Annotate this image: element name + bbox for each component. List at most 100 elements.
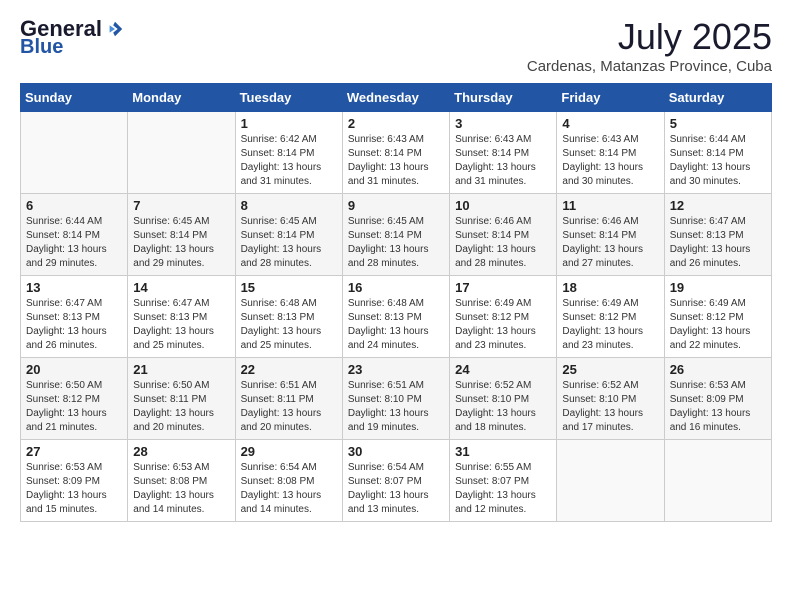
day-number: 2	[348, 116, 444, 131]
calendar-cell: 28Sunrise: 6:53 AM Sunset: 8:08 PM Dayli…	[128, 440, 235, 522]
logo-icon	[106, 20, 124, 38]
day-info: Sunrise: 6:49 AM Sunset: 8:12 PM Dayligh…	[670, 298, 751, 351]
calendar-cell	[128, 112, 235, 194]
calendar-cell: 31Sunrise: 6:55 AM Sunset: 8:07 PM Dayli…	[450, 440, 557, 522]
day-info: Sunrise: 6:43 AM Sunset: 8:14 PM Dayligh…	[348, 134, 429, 187]
day-number: 22	[241, 362, 337, 377]
day-number: 25	[562, 362, 658, 377]
calendar-cell: 4 Sunrise: 6:43 AM Sunset: 8:14 PM Daylig…	[557, 112, 664, 194]
calendar-week-row: 27 Sunrise: 6:53 AM Sunset: 8:09 PM Dayli…	[21, 440, 772, 522]
day-info: Sunrise: 6:51 AM Sunset: 8:10 PM Dayligh…	[348, 380, 429, 433]
header-saturday: Saturday	[664, 84, 771, 112]
day-info: Sunrise: 6:44 AM Sunset: 8:14 PM Dayligh…	[670, 134, 751, 187]
header-monday: Monday	[128, 84, 235, 112]
header-tuesday: Tuesday	[235, 84, 342, 112]
calendar-week-row: 1 Sunrise: 6:42 AM Sunset: 8:14 PM Daylig…	[21, 112, 772, 194]
calendar-week-row: 13Sunrise: 6:47 AM Sunset: 8:13 PM Dayli…	[21, 276, 772, 358]
calendar-table: SundayMondayTuesdayWednesdayThursdayFrid…	[20, 83, 772, 522]
logo: General Blue	[20, 16, 124, 59]
calendar-week-row: 6 Sunrise: 6:44 AM Sunset: 8:14 PM Daylig…	[21, 194, 772, 276]
calendar-cell: 2 Sunrise: 6:43 AM Sunset: 8:14 PM Daylig…	[342, 112, 449, 194]
day-number: 10	[455, 198, 551, 213]
header-wednesday: Wednesday	[342, 84, 449, 112]
day-info: Sunrise: 6:47 AM Sunset: 8:13 PM Dayligh…	[26, 298, 107, 351]
calendar-cell: 17 Sunrise: 6:49 AM Sunset: 8:12 PM Dayli…	[450, 276, 557, 358]
day-info: Sunrise: 6:48 AM Sunset: 8:13 PM Dayligh…	[348, 298, 429, 351]
calendar-cell: 22 Sunrise: 6:51 AM Sunset: 8:11 PM Dayli…	[235, 358, 342, 440]
calendar-cell: 21 Sunrise: 6:50 AM Sunset: 8:11 PM Dayli…	[128, 358, 235, 440]
calendar-cell: 27 Sunrise: 6:53 AM Sunset: 8:09 PM Dayli…	[21, 440, 128, 522]
day-number: 16	[348, 280, 444, 295]
day-number: 5	[670, 116, 766, 131]
day-number: 3	[455, 116, 551, 131]
day-number: 6	[26, 198, 122, 213]
day-number: 4	[562, 116, 658, 131]
day-info: Sunrise: 6:43 AM Sunset: 8:14 PM Dayligh…	[562, 134, 643, 187]
calendar-cell: 29Sunrise: 6:54 AM Sunset: 8:08 PM Dayli…	[235, 440, 342, 522]
day-info: Sunrise: 6:45 AM Sunset: 8:14 PM Dayligh…	[133, 216, 214, 269]
day-number: 31	[455, 444, 551, 459]
calendar-cell	[557, 440, 664, 522]
day-info: Sunrise: 6:47 AM Sunset: 8:13 PM Dayligh…	[133, 298, 214, 351]
calendar-cell: 5 Sunrise: 6:44 AM Sunset: 8:14 PM Daylig…	[664, 112, 771, 194]
day-info: Sunrise: 6:49 AM Sunset: 8:12 PM Dayligh…	[455, 298, 536, 351]
month-year-title: July 2025	[527, 16, 772, 58]
day-info: Sunrise: 6:47 AM Sunset: 8:13 PM Dayligh…	[670, 216, 751, 269]
day-info: Sunrise: 6:52 AM Sunset: 8:10 PM Dayligh…	[562, 380, 643, 433]
page-header: General Blue July 2025 Cardenas, Matanza…	[20, 16, 772, 75]
day-number: 19	[670, 280, 766, 295]
day-number: 9	[348, 198, 444, 213]
day-number: 20	[26, 362, 122, 377]
calendar-cell	[664, 440, 771, 522]
header-sunday: Sunday	[21, 84, 128, 112]
logo-blue-text: Blue	[20, 36, 63, 59]
calendar-cell: 1 Sunrise: 6:42 AM Sunset: 8:14 PM Daylig…	[235, 112, 342, 194]
day-info: Sunrise: 6:46 AM Sunset: 8:14 PM Dayligh…	[562, 216, 643, 269]
day-number: 27	[26, 444, 122, 459]
header-thursday: Thursday	[450, 84, 557, 112]
day-info: Sunrise: 6:53 AM Sunset: 8:09 PM Dayligh…	[670, 380, 751, 433]
calendar-cell: 7Sunrise: 6:45 AM Sunset: 8:14 PM Daylig…	[128, 194, 235, 276]
day-info: Sunrise: 6:53 AM Sunset: 8:08 PM Dayligh…	[133, 462, 214, 515]
day-number: 21	[133, 362, 229, 377]
day-info: Sunrise: 6:49 AM Sunset: 8:12 PM Dayligh…	[562, 298, 643, 351]
title-section: July 2025 Cardenas, Matanzas Province, C…	[527, 16, 772, 75]
calendar-cell: 13Sunrise: 6:47 AM Sunset: 8:13 PM Dayli…	[21, 276, 128, 358]
calendar-cell: 16 Sunrise: 6:48 AM Sunset: 8:13 PM Dayli…	[342, 276, 449, 358]
day-number: 8	[241, 198, 337, 213]
day-number: 24	[455, 362, 551, 377]
day-number: 12	[670, 198, 766, 213]
day-info: Sunrise: 6:45 AM Sunset: 8:14 PM Dayligh…	[348, 216, 429, 269]
calendar-cell: 26Sunrise: 6:53 AM Sunset: 8:09 PM Dayli…	[664, 358, 771, 440]
calendar-cell: 8 Sunrise: 6:45 AM Sunset: 8:14 PM Daylig…	[235, 194, 342, 276]
calendar-cell: 15Sunrise: 6:48 AM Sunset: 8:13 PM Dayli…	[235, 276, 342, 358]
day-info: Sunrise: 6:44 AM Sunset: 8:14 PM Dayligh…	[26, 216, 107, 269]
calendar-week-row: 20 Sunrise: 6:50 AM Sunset: 8:12 PM Dayli…	[21, 358, 772, 440]
day-info: Sunrise: 6:54 AM Sunset: 8:08 PM Dayligh…	[241, 462, 322, 515]
calendar-cell: 10 Sunrise: 6:46 AM Sunset: 8:14 PM Dayli…	[450, 194, 557, 276]
calendar-cell: 12 Sunrise: 6:47 AM Sunset: 8:13 PM Dayli…	[664, 194, 771, 276]
day-info: Sunrise: 6:52 AM Sunset: 8:10 PM Dayligh…	[455, 380, 536, 433]
calendar-cell: 6 Sunrise: 6:44 AM Sunset: 8:14 PM Daylig…	[21, 194, 128, 276]
day-number: 17	[455, 280, 551, 295]
day-number: 1	[241, 116, 337, 131]
day-info: Sunrise: 6:45 AM Sunset: 8:14 PM Dayligh…	[241, 216, 322, 269]
day-info: Sunrise: 6:50 AM Sunset: 8:12 PM Dayligh…	[26, 380, 107, 433]
calendar-cell: 9 Sunrise: 6:45 AM Sunset: 8:14 PM Daylig…	[342, 194, 449, 276]
day-info: Sunrise: 6:46 AM Sunset: 8:14 PM Dayligh…	[455, 216, 536, 269]
calendar-cell: 25 Sunrise: 6:52 AM Sunset: 8:10 PM Dayli…	[557, 358, 664, 440]
day-info: Sunrise: 6:51 AM Sunset: 8:11 PM Dayligh…	[241, 380, 322, 433]
day-info: Sunrise: 6:50 AM Sunset: 8:11 PM Dayligh…	[133, 380, 214, 433]
day-info: Sunrise: 6:42 AM Sunset: 8:14 PM Dayligh…	[241, 134, 322, 187]
day-number: 14	[133, 280, 229, 295]
day-number: 15	[241, 280, 337, 295]
calendar-header-row: SundayMondayTuesdayWednesdayThursdayFrid…	[21, 84, 772, 112]
day-number: 18	[562, 280, 658, 295]
calendar-cell: 3Sunrise: 6:43 AM Sunset: 8:14 PM Daylig…	[450, 112, 557, 194]
calendar-cell: 23 Sunrise: 6:51 AM Sunset: 8:10 PM Dayli…	[342, 358, 449, 440]
location-subtitle: Cardenas, Matanzas Province, Cuba	[527, 58, 772, 75]
header-friday: Friday	[557, 84, 664, 112]
day-info: Sunrise: 6:53 AM Sunset: 8:09 PM Dayligh…	[26, 462, 107, 515]
day-number: 11	[562, 198, 658, 213]
day-number: 23	[348, 362, 444, 377]
